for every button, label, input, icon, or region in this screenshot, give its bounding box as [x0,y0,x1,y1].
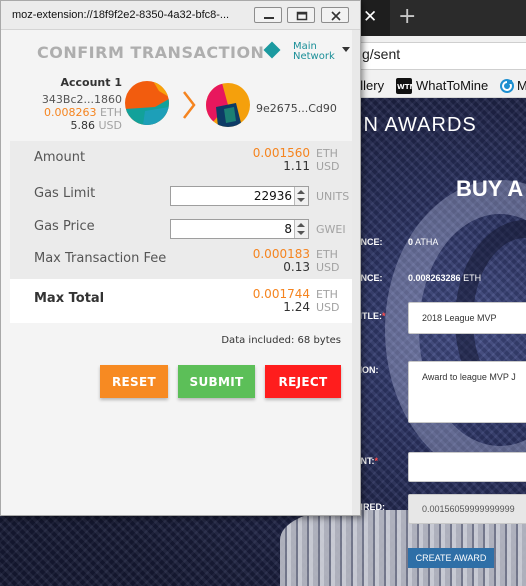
svg-text:WTM: WTM [397,83,412,91]
gas-price-label: Gas Price [34,219,95,234]
maximize-button[interactable] [287,7,315,23]
popup-scroll-gutter [352,30,360,515]
maximize-icon [296,11,308,21]
minimize-button[interactable] [254,7,282,23]
bookmark-whattomine[interactable]: WhatToMine [416,78,488,93]
gas-limit-label: Gas Limit [34,186,96,201]
refresh-icon [499,78,515,94]
recipient-address: 9e2675...Cd90 [256,102,337,115]
award-amount-input[interactable] [408,452,526,482]
close-icon [331,11,341,21]
max-total-usd: 1.24 USD [283,300,340,314]
network-selector[interactable]: Main Network [293,42,335,62]
network-diamond-icon [263,41,281,59]
minimize-icon [264,17,274,19]
award-description-input[interactable]: Award to league MVP J [408,361,526,423]
gas-limit-stepper[interactable]: 22936 [170,186,309,206]
close-button[interactable] [321,7,349,23]
sender-account: Account 1 343Bc2...1860 0.008263 ETH 5.8… [10,76,122,136]
network-caret-icon[interactable] [342,47,350,52]
max-total-row: Max Total 0.001744 ETH 1.24 USD [10,279,352,323]
amount-label: Amount [34,150,86,165]
amount-eth: 0.001560 ETH [252,146,338,160]
wtm-icon: WTM [396,78,416,94]
buy-award-heading: BUY A [456,176,524,201]
award-title-input[interactable]: 2018 League MVP [408,302,526,334]
amount-usd: 1.11 USD [283,159,340,173]
new-tab-icon[interactable]: + [398,4,416,29]
gas-limit-unit: UNITS [316,190,350,203]
gas-price-stepper[interactable]: 8 [170,219,309,239]
page-heading: IN AWARDS [357,114,477,136]
transaction-details: Amount 0.001560 ETH 1.11 USD Gas Limit 229… [10,141,352,279]
gas-price-spin-icon[interactable] [294,220,308,238]
popup-title-bar: moz-extension://18f9f2e2-8350-4a32-bfc8-… [1,1,360,30]
tab-close-icon[interactable]: ✕ [363,7,377,27]
max-fee-eth: 0.000183 ETH [252,247,338,261]
network-name-line2: Network [293,51,335,62]
max-total-eth: 0.001744 ETH [252,287,338,301]
confirm-transaction-title: CONFIRM TRANSACTION [37,43,265,62]
create-award-button[interactable]: CREATE AWARD [408,548,494,568]
url-text: g/sent [362,46,401,62]
metamask-popup-window: moz-extension://18f9f2e2-8350-4a32-bfc8-… [0,0,361,516]
balance-value-eth: 0.008263286 ETH [408,273,482,283]
required-eth-readonly: 0.00156059999999999 [408,494,526,524]
recipient-avatar-icon [206,83,250,127]
submit-button[interactable]: SUBMIT [178,365,255,398]
sender-avatar-icon [125,81,169,125]
max-fee-usd: 0.13 USD [283,260,340,274]
chevron-right-icon [183,91,196,119]
data-included-note: Data included: 68 bytes [221,335,341,346]
gas-limit-spin-icon[interactable] [294,187,308,205]
balance-value-atha: 0 ATHA [408,237,439,247]
max-total-label: Max Total [34,291,105,306]
gas-price-value: 8 [284,222,292,236]
max-fee-label: Max Transaction Fee [34,251,167,266]
sender-eth-balance: 0.008263 ETH [44,106,122,119]
confirm-transaction-panel: CONFIRM TRANSACTION Main Network Account… [10,30,352,515]
gas-price-unit: GWEI [316,223,346,236]
gas-limit-value: 22936 [253,189,292,203]
sender-usd-balance: 5.86 USD [70,119,122,132]
popup-window-title: moz-extension://18f9f2e2-8350-4a32-bfc8-… [12,9,230,21]
reset-button[interactable]: RESET [100,365,168,398]
sender-address: 343Bc2...1860 [41,93,122,106]
reject-button[interactable]: REJECT [265,365,341,398]
sender-account-name: Account 1 [60,76,122,89]
bookmark-m[interactable]: M [517,78,526,93]
